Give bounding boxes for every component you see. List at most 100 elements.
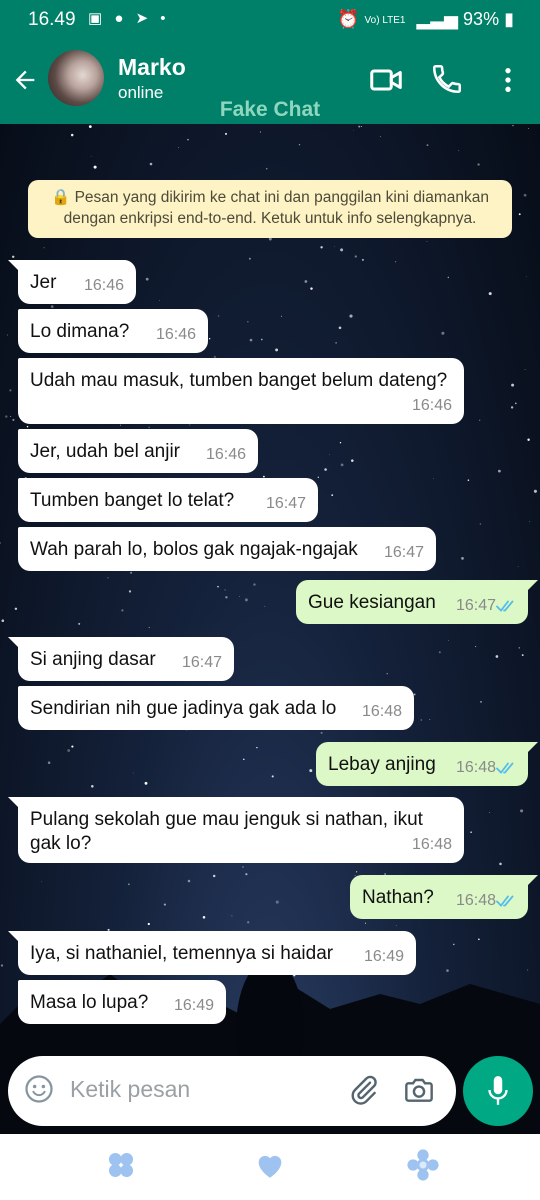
star <box>127 883 130 886</box>
incoming-message[interactable]: Sendirian nih gue jadinya gak ada lo 16:4… <box>18 686 414 730</box>
star <box>1 619 5 622</box>
incoming-message[interactable]: Lo dimana? 16:46 <box>18 309 208 353</box>
star <box>41 881 43 883</box>
incoming-message[interactable]: Jer, udah bel anjir 16:46 <box>18 429 258 473</box>
message-input-bar[interactable]: Ketik pesan <box>8 1056 456 1126</box>
video-call-button[interactable] <box>368 62 404 98</box>
paperclip-icon[interactable] <box>348 1074 380 1106</box>
incoming-message[interactable]: Masa lo lupa? 16:49 <box>18 980 226 1024</box>
star <box>354 255 357 258</box>
star <box>26 425 29 428</box>
phone-icon <box>432 64 462 94</box>
star <box>525 276 527 278</box>
message-text: Tumben banget lo telat? <box>30 490 235 511</box>
incoming-message[interactable]: Iya, si nathaniel, temennya si haidar 16:… <box>18 931 416 975</box>
star <box>379 136 381 138</box>
back-button[interactable] <box>10 60 40 100</box>
star <box>356 871 358 873</box>
heart-icon[interactable] <box>253 1148 287 1182</box>
star <box>247 321 249 323</box>
star <box>144 781 148 785</box>
star <box>479 419 481 421</box>
star <box>395 261 397 263</box>
message-text: Wah parah lo, bolos gak ngajak-ngajak <box>30 539 358 560</box>
message-text: Iya, si nathaniel, temennya si haidar <box>30 943 334 964</box>
bottom-navigation-bar <box>0 1134 540 1200</box>
message-text: Pulang sekolah gue mau jenguk si nathan,… <box>30 809 423 854</box>
double-check-icon <box>496 600 514 612</box>
star <box>78 622 81 625</box>
star <box>448 640 449 642</box>
outgoing-message[interactable]: Gue kesiangan 16:47 <box>296 580 528 624</box>
star <box>266 168 268 170</box>
message-input-placeholder[interactable]: Ketik pesan <box>70 1076 190 1103</box>
message-text: Si anjing dasar <box>30 649 156 670</box>
incoming-message[interactable]: Jer 16:46 <box>18 260 136 304</box>
message-text: Gue kesiangan <box>308 592 436 613</box>
star <box>338 326 342 330</box>
star <box>329 454 330 455</box>
flower-icon[interactable] <box>406 1148 440 1182</box>
star <box>426 144 429 147</box>
star <box>130 571 133 574</box>
star <box>360 125 362 128</box>
star <box>6 334 8 336</box>
fake-chat-watermark: Fake Chat <box>219 98 321 121</box>
outgoing-message[interactable]: Lebay anjing 16:48 <box>316 742 528 786</box>
message-time: 16:48 <box>411 836 452 853</box>
star <box>243 758 245 761</box>
star <box>12 418 15 421</box>
star <box>351 459 354 462</box>
star <box>489 812 490 814</box>
encryption-notice[interactable]: 🔒 Pesan yang dikirim ke chat ini dan pan… <box>28 180 512 238</box>
clover-icon[interactable] <box>104 1148 138 1182</box>
emoji-icon[interactable] <box>24 1074 54 1104</box>
more-options-button[interactable] <box>492 62 524 98</box>
status-right: ⏰ Vo) LTE1 ▂▃▅ 93% ▮ <box>337 9 514 30</box>
microphone-button[interactable] <box>463 1056 533 1126</box>
outgoing-message[interactable]: Nathan? 16:48 <box>350 875 528 919</box>
star <box>364 922 367 924</box>
star <box>310 287 313 290</box>
star <box>217 315 220 317</box>
incoming-message[interactable]: Udah mau masuk, tumben banget belum date… <box>18 358 464 424</box>
star <box>461 557 464 560</box>
star <box>358 125 361 128</box>
bubble-tail <box>8 260 20 272</box>
more-vertical-icon <box>505 68 511 92</box>
incoming-message[interactable]: Tumben banget lo telat? 16:47 <box>18 478 318 522</box>
star <box>458 150 460 152</box>
star <box>10 415 12 417</box>
star <box>159 300 160 302</box>
message-time: 16:47 <box>265 495 306 512</box>
star <box>208 337 211 340</box>
star <box>518 213 521 216</box>
star <box>178 147 179 149</box>
incoming-message[interactable]: Si anjing dasar 16:47 <box>18 637 234 681</box>
incoming-message[interactable]: Pulang sekolah gue mau jenguk si nathan,… <box>18 797 464 863</box>
star <box>264 605 266 607</box>
camera-icon[interactable] <box>402 1074 436 1106</box>
star <box>304 280 308 283</box>
star <box>339 442 342 444</box>
star <box>163 903 166 906</box>
message-text: Nathan? <box>362 887 434 908</box>
star <box>499 862 502 866</box>
star <box>518 647 521 649</box>
star <box>470 831 472 833</box>
star <box>480 701 482 703</box>
message-text: Masa lo lupa? <box>30 992 149 1013</box>
star <box>93 165 97 169</box>
chat-header: Marko online Fake Chat <box>0 40 540 124</box>
star <box>467 479 470 482</box>
star <box>238 596 240 597</box>
voice-call-button[interactable] <box>430 62 466 98</box>
message-time: 16:46 <box>205 446 246 463</box>
star <box>452 943 455 946</box>
battery-level: 93% <box>463 9 500 29</box>
contact-name[interactable]: Marko <box>118 54 186 81</box>
incoming-message[interactable]: Wah parah lo, bolos gak ngajak-ngajak 16:… <box>18 527 436 571</box>
star <box>446 969 449 972</box>
star <box>225 596 228 599</box>
star <box>317 476 319 478</box>
